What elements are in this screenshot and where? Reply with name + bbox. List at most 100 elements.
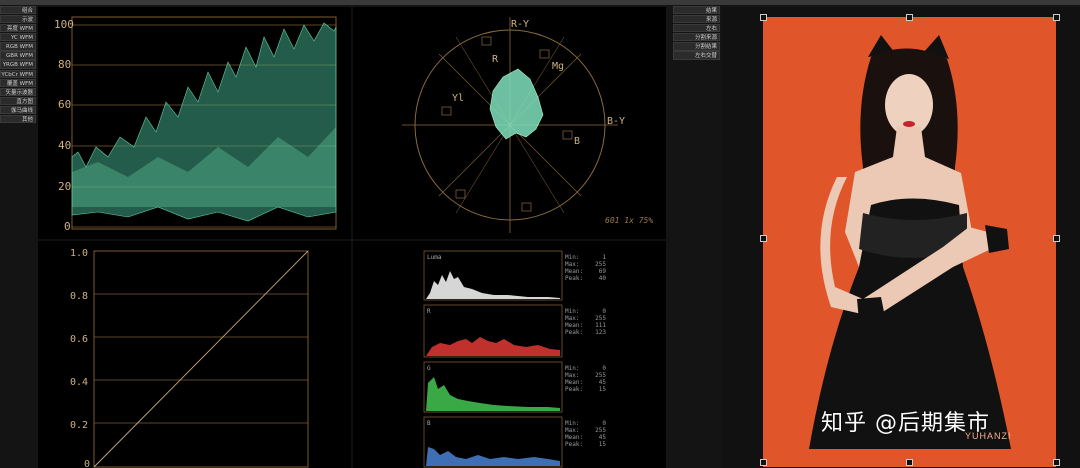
histogram-luma-fill bbox=[426, 271, 560, 299]
menu-item-split-source[interactable]: 分割来源 bbox=[673, 33, 720, 42]
stat-label: Min: bbox=[565, 365, 579, 372]
target-g bbox=[455, 189, 466, 199]
stat-value: 0 bbox=[602, 420, 606, 427]
crop-handle[interactable] bbox=[906, 14, 913, 21]
stat-label: Mean: bbox=[565, 268, 583, 275]
histogram-luma: Luma Min: Max: Mean: Peak: 1 255 69 40 bbox=[423, 250, 607, 301]
histogram-blue-fill bbox=[426, 447, 560, 466]
stat-label: Peak: bbox=[565, 275, 583, 282]
stat-value: 0 bbox=[602, 365, 606, 372]
stat-label: Mean: bbox=[565, 322, 583, 329]
gamma-tick-0: 0 bbox=[84, 459, 90, 468]
wfm-tick-80: 80 bbox=[58, 58, 71, 71]
menu-item-other[interactable]: 其他 bbox=[0, 114, 36, 124]
wfm-tick-40: 40 bbox=[58, 139, 71, 152]
gamma-tick-0-2: 0.2 bbox=[70, 420, 88, 431]
preview-viewer: 知乎 @后期集市 YUHANZI bbox=[723, 7, 1080, 468]
gamma-tick-1-0: 1.0 bbox=[70, 248, 88, 259]
stat-value: 45 bbox=[599, 379, 607, 386]
stat-label: Mean: bbox=[565, 434, 583, 441]
menu-item-result[interactable]: 结果 bbox=[673, 6, 720, 15]
view-menu: 结果 来源 左右 分割来源 分割结果 左右交替 bbox=[673, 6, 720, 60]
menu-item-left-right[interactable]: 左右 bbox=[673, 24, 720, 33]
gamma-tick-0-6: 0.6 bbox=[70, 334, 88, 345]
waveform-panel: 100 80 60 40 20 0 bbox=[54, 16, 337, 233]
target-yl bbox=[441, 106, 452, 116]
stat-value: 69 bbox=[599, 268, 607, 275]
stat-value: 123 bbox=[595, 329, 606, 336]
menu-item-split-result[interactable]: 分割结果 bbox=[673, 42, 720, 51]
histogram-green-label: G bbox=[427, 365, 431, 372]
stat-value: 255 bbox=[595, 372, 606, 379]
glove-right bbox=[985, 225, 1009, 253]
menu-item-gamma-curve[interactable]: 伽马曲线 bbox=[0, 105, 36, 115]
crop-handle[interactable] bbox=[760, 459, 767, 466]
histogram-red-fill bbox=[426, 337, 560, 356]
preview-image bbox=[763, 17, 1056, 467]
wfm-tick-0: 0 bbox=[64, 220, 71, 233]
stat-label: Peak: bbox=[565, 329, 583, 336]
glove-left bbox=[857, 297, 885, 321]
crop-handle[interactable] bbox=[1053, 459, 1060, 466]
target-b bbox=[562, 130, 573, 140]
stat-label: Min: bbox=[565, 420, 579, 427]
lips bbox=[903, 121, 915, 127]
menu-item-combo[interactable]: 组合 bbox=[0, 6, 36, 15]
wfm-tick-60: 60 bbox=[58, 98, 71, 111]
stat-label: Peak: bbox=[565, 386, 583, 393]
histogram-panel: Luma Min: Max: Mean: Peak: 1 255 69 40 R… bbox=[423, 250, 607, 468]
crop-handle[interactable] bbox=[1053, 14, 1060, 21]
menu-item-luma-wfm[interactable]: 亮度 WFM bbox=[0, 24, 36, 33]
menu-item-histogram[interactable]: 直方图 bbox=[0, 96, 36, 105]
histogram-blue: B Min: Max: Mean: Peak: 0 255 45 15 bbox=[423, 416, 607, 468]
stat-value: 255 bbox=[595, 315, 606, 322]
menu-item-scope[interactable]: 示波 bbox=[0, 15, 36, 24]
vectorscope-panel: R-Y R Mg B-Y B Yl 601 1x 75% bbox=[402, 17, 653, 233]
crop-handle[interactable] bbox=[906, 459, 913, 466]
menu-item-alternate[interactable]: 左右交替 bbox=[673, 51, 720, 60]
histogram-red-label: R bbox=[427, 308, 431, 315]
stat-label: Min: bbox=[565, 308, 579, 315]
stat-label: Peak: bbox=[565, 441, 583, 448]
crop-handle[interactable] bbox=[760, 235, 767, 242]
label-mg: Mg bbox=[552, 61, 564, 72]
stat-value: 40 bbox=[599, 275, 607, 282]
stat-value: 1 bbox=[602, 254, 606, 261]
wfm-tick-100: 100 bbox=[54, 18, 74, 31]
stat-label: Max: bbox=[565, 427, 579, 434]
stat-value: 15 bbox=[599, 386, 607, 393]
stat-value: 255 bbox=[595, 261, 606, 268]
histogram-green: G Min: Max: Mean: Peak: 0 255 45 15 bbox=[423, 361, 607, 413]
histogram-red: R Min: Max: Mean: Peak: 0 255 111 123 bbox=[423, 304, 606, 358]
stat-value: 45 bbox=[599, 434, 607, 441]
crop-handle[interactable] bbox=[760, 14, 767, 21]
stat-value: 111 bbox=[595, 322, 606, 329]
histogram-green-fill bbox=[426, 377, 560, 411]
stat-label: Min: bbox=[565, 254, 579, 261]
scope-menu: 组合 示波 亮度 WFM YC WFM RGB WFM GBR WFM YRGB… bbox=[0, 6, 36, 124]
menu-item-rgb-wfm[interactable]: RGB WFM bbox=[0, 42, 36, 51]
vectorscope-footer: 601 1x 75% bbox=[605, 216, 653, 225]
stat-value: 15 bbox=[599, 441, 607, 448]
wfm-tick-20: 20 bbox=[58, 180, 71, 193]
menu-item-ycbcr-wfm[interactable]: YCbCr WFM bbox=[0, 69, 36, 78]
preview-figure bbox=[809, 35, 1011, 449]
target-mg bbox=[539, 49, 550, 59]
gamma-curve-panel: 1.0 0.8 0.6 0.4 0.2 0 bbox=[70, 248, 309, 468]
crop-handle[interactable] bbox=[1053, 235, 1060, 242]
stat-label: Max: bbox=[565, 372, 579, 379]
scopes-area: 100 80 60 40 20 0 R-Y R Mg B-Y B Yl 601 … bbox=[38, 7, 666, 468]
stat-value: 0 bbox=[602, 308, 606, 315]
menu-item-yrgb-wfm[interactable]: YRGB WFM bbox=[0, 60, 36, 69]
label-yl: Yl bbox=[452, 93, 464, 104]
label-b-y: B-Y bbox=[607, 116, 625, 127]
menu-item-yc-wfm[interactable]: YC WFM bbox=[0, 33, 36, 42]
menu-item-gbr-wfm[interactable]: GBR WFM bbox=[0, 51, 36, 60]
gamma-tick-0-8: 0.8 bbox=[70, 291, 88, 302]
stat-label: Mean: bbox=[565, 379, 583, 386]
menu-item-source[interactable]: 来源 bbox=[673, 15, 720, 24]
menu-item-vectorscope[interactable]: 矢量示波器 bbox=[0, 87, 36, 96]
vectorscope-trace bbox=[489, 68, 544, 140]
menu-item-overlay-wfm[interactable]: 覆盖 WFM bbox=[0, 78, 36, 87]
histogram-blue-label: B bbox=[427, 420, 431, 427]
